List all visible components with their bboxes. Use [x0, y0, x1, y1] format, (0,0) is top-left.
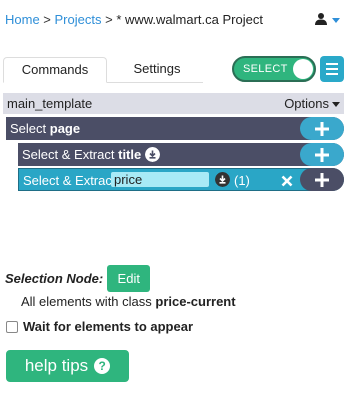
- selection-node: Selection Node: Edit: [5, 265, 151, 292]
- chevron-down-icon: [332, 17, 340, 23]
- breadcrumb-separator: >: [39, 12, 55, 27]
- extract-name-input[interactable]: [111, 172, 209, 187]
- top-bar: Home > Projects > * www.walmart.ca Proje…: [0, 10, 352, 32]
- wait-checkbox[interactable]: [6, 320, 18, 333]
- breadcrumb-separator: >: [101, 12, 117, 27]
- wait-for-elements-option[interactable]: Wait for elements to appear: [6, 319, 193, 334]
- tab-bar: Commands Settings: [3, 57, 203, 83]
- user-icon: [315, 13, 327, 25]
- command-row-extract-title[interactable]: Select & Extract title: [18, 143, 344, 166]
- command-row-extract-price[interactable]: Select & Extract (1): [18, 168, 344, 191]
- command-row-select-page[interactable]: Select page: [6, 117, 344, 140]
- help-tips-button[interactable]: help tips ?: [6, 350, 129, 382]
- command-name: page: [49, 121, 81, 136]
- download-icon[interactable]: [215, 172, 230, 187]
- help-tips-label: help tips: [24, 356, 89, 375]
- delete-command-button[interactable]: [281, 169, 293, 192]
- match-count: (1): [234, 173, 250, 188]
- command-prefix: Select & Extract: [23, 173, 116, 188]
- add-command-button[interactable]: [300, 117, 344, 140]
- add-command-button[interactable]: [300, 143, 344, 166]
- close-icon: [281, 175, 293, 186]
- command-prefix: Select & Extract: [22, 147, 115, 162]
- select-toggle-label: SELECT: [243, 63, 288, 75]
- plus-icon: [315, 172, 329, 187]
- edit-button[interactable]: Edit: [107, 265, 151, 292]
- breadcrumb: Home > Projects > * www.walmart.ca Proje…: [5, 12, 263, 27]
- add-command-button[interactable]: [300, 168, 344, 191]
- toggle-knob: [293, 59, 313, 79]
- select-toggle[interactable]: SELECT: [232, 56, 316, 82]
- plus-icon: [315, 121, 329, 136]
- breadcrumb-project: * www.walmart.ca Project: [116, 12, 263, 27]
- selection-node-label: Selection Node:: [5, 271, 104, 286]
- caret-down-icon: [332, 101, 340, 107]
- selection-description: All elements with class price-current: [21, 294, 236, 309]
- tab-commands[interactable]: Commands: [3, 57, 107, 83]
- selection-class: price-current: [155, 294, 236, 309]
- template-bar: main_template Options: [3, 93, 344, 114]
- tab-settings[interactable]: Settings: [109, 57, 205, 83]
- command-name: title: [118, 147, 142, 162]
- hamburger-menu-button[interactable]: [320, 56, 344, 82]
- options-label: Options: [284, 96, 329, 111]
- breadcrumb-projects[interactable]: Projects: [55, 12, 102, 27]
- options-dropdown[interactable]: Options: [284, 96, 340, 111]
- menu-icon: [326, 63, 338, 65]
- question-icon: ?: [94, 358, 111, 374]
- template-name: main_template: [7, 96, 93, 111]
- download-icon[interactable]: [144, 147, 160, 163]
- command-prefix: Select: [10, 121, 47, 136]
- plus-icon: [315, 147, 329, 162]
- breadcrumb-home[interactable]: Home: [5, 12, 40, 27]
- wait-label: Wait for elements to appear: [23, 319, 193, 334]
- user-menu[interactable]: [314, 12, 340, 26]
